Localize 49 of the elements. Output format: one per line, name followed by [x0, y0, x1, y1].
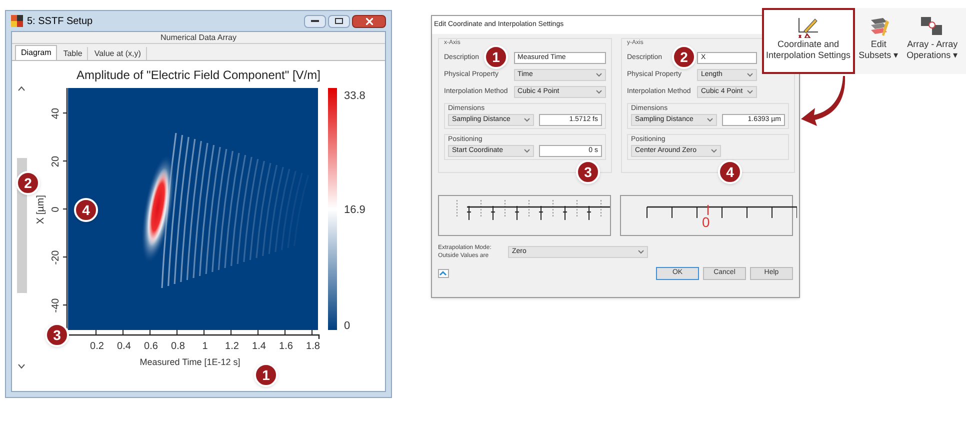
x-tick-label: 1.8	[305, 340, 321, 354]
x-tick-label: 0.2	[89, 340, 105, 354]
grid-icon	[920, 16, 944, 38]
scroll-up-icon	[18, 86, 25, 91]
maximize-button[interactable]	[328, 14, 350, 28]
colorbar-label: 0	[344, 319, 350, 334]
curved-arrow	[800, 75, 846, 127]
y-tick-label: -40	[50, 297, 62, 315]
colorbar-label: 16.9	[344, 203, 366, 218]
x-tick-label: 1.4	[251, 340, 267, 354]
chevron-icon	[747, 73, 753, 77]
window-title: 5: SSTF Setup	[27, 14, 93, 28]
chevron-icon	[596, 90, 602, 94]
chevron-icon	[706, 118, 713, 122]
close-icon	[366, 18, 372, 24]
x-tick-label: 0.8	[170, 340, 186, 354]
plot-title: Amplitude of "Electric Field Component" [V/m]	[76, 67, 322, 84]
chevron-icon	[524, 149, 530, 153]
chevron-icon	[596, 73, 602, 77]
scroll-down-icon	[18, 364, 25, 369]
ribbon-button[interactable]: Array - Array Operations ▾	[902, 8, 962, 74]
refresh-icon[interactable]	[438, 269, 449, 278]
x-tick-label: 1.6	[278, 340, 294, 354]
y-tick-label: 40	[50, 106, 62, 122]
x-tick-label: 0.4	[116, 340, 132, 354]
chevron-icon	[524, 118, 530, 122]
x-tick-label: 1	[201, 340, 209, 354]
x-tick-label: 0.6	[143, 340, 159, 354]
axes-pencil-icon	[796, 16, 820, 38]
minimize-button[interactable]	[304, 14, 326, 28]
chevron-icon	[711, 149, 717, 153]
chevron-icon	[638, 250, 644, 254]
y-axis-label: X [µm]	[34, 194, 48, 226]
tab[interactable]: Diagram	[15, 45, 58, 60]
close-button[interactable]	[352, 14, 386, 28]
y-tick-label: 0	[50, 206, 62, 214]
panel-header: Numerical Data Array	[12, 32, 385, 44]
y-tick-label: -20	[50, 249, 62, 267]
x-tick-label: 1.2	[224, 340, 240, 354]
ribbon-button[interactable]: Coordinate and Interpolation Settings	[762, 8, 855, 74]
zero-label: 0	[702, 213, 710, 232]
app-icon	[11, 15, 23, 27]
colorbar-label: 33.8	[344, 89, 366, 104]
x-axis-label: Measured Time [1E-12 s]	[140, 356, 240, 369]
chevron-icon	[747, 90, 753, 94]
ribbon-button[interactable]: Edit Subsets ▾	[854, 8, 903, 74]
maximize-icon	[335, 18, 343, 24]
minimize-icon	[311, 20, 319, 22]
y-tick-label: 20	[50, 154, 62, 170]
